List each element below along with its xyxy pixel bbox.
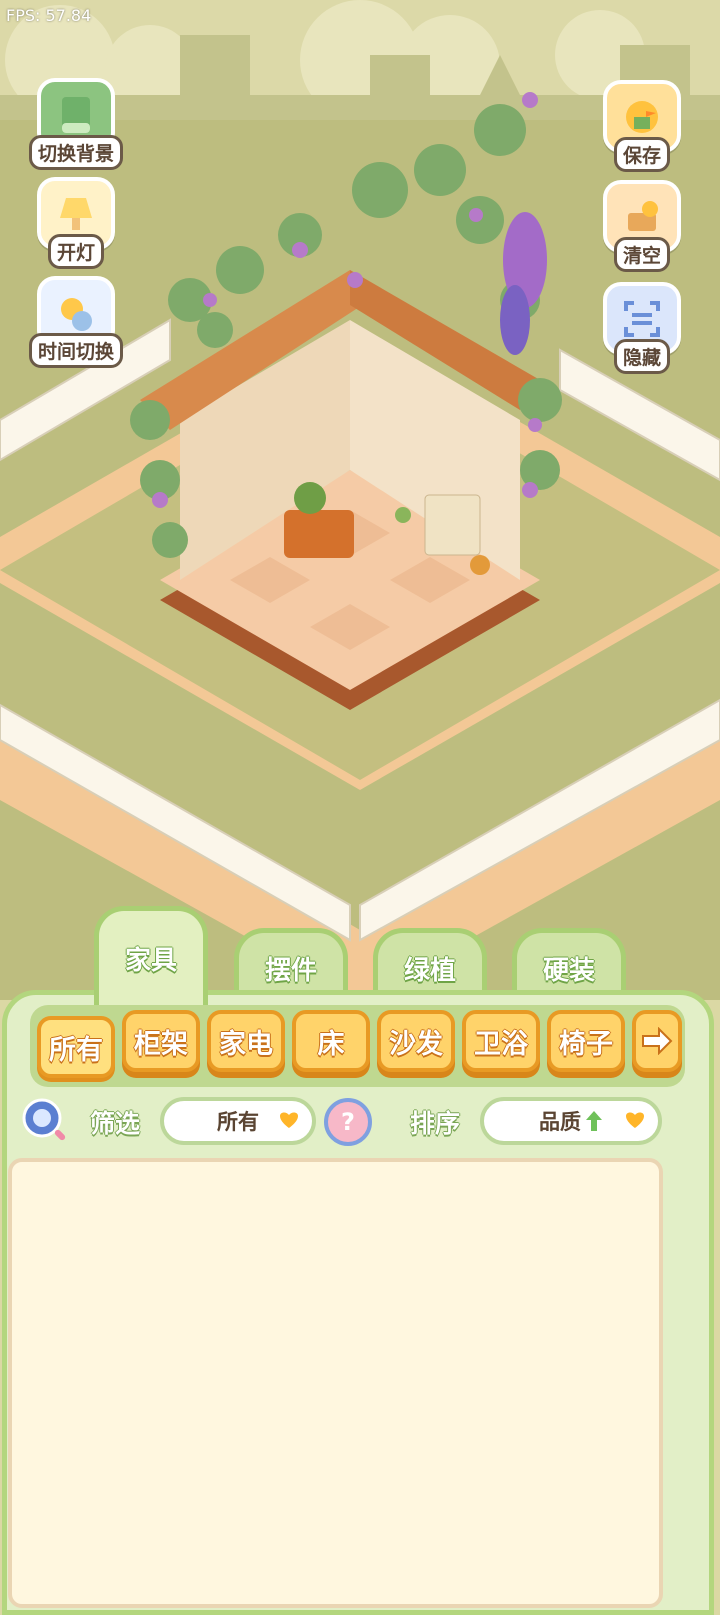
time-switch-button[interactable]: 时间切换: [29, 276, 124, 368]
help-button[interactable]: ?: [324, 1098, 372, 1146]
clear-label: 清空: [613, 237, 670, 272]
category-bed[interactable]: 床: [292, 1010, 370, 1072]
switch-background-button[interactable]: 切换背景: [29, 78, 124, 170]
stove-furniture: [284, 510, 354, 558]
hide-label: 隐藏: [613, 339, 670, 374]
arrow-right-icon: [642, 1027, 673, 1055]
category-chairs[interactable]: 椅子: [547, 1010, 625, 1072]
tab-furniture[interactable]: 家具: [94, 906, 208, 1005]
clear-button[interactable]: 清空: [596, 180, 688, 272]
sort-label: 排序: [410, 1109, 461, 1138]
filter-dropdown[interactable]: 所有: [160, 1097, 316, 1145]
filter-label: 筛选: [90, 1109, 141, 1138]
sort-value: 品质: [539, 1110, 581, 1134]
arrow-up-icon: [586, 1111, 602, 1131]
category-bathroom[interactable]: 卫浴: [462, 1010, 540, 1072]
time-switch-label: 时间切换: [29, 333, 124, 368]
light-toggle-label: 开灯: [47, 234, 104, 269]
filter-value: 所有: [217, 1110, 259, 1134]
category-shelves[interactable]: 柜架: [122, 1010, 200, 1072]
search-icon: [22, 1098, 66, 1141]
save-button[interactable]: 保存: [596, 80, 688, 172]
category-sofa[interactable]: 沙发: [377, 1010, 455, 1072]
cabinet-furniture: [424, 494, 481, 556]
dropdown-heart-icon: [626, 1112, 644, 1128]
category-appliances[interactable]: 家电: [207, 1010, 285, 1072]
sort-dropdown[interactable]: 品质: [480, 1097, 662, 1145]
save-label: 保存: [613, 137, 670, 172]
light-toggle-button[interactable]: 开灯: [30, 177, 122, 269]
category-all[interactable]: 所有: [37, 1016, 115, 1078]
category-next-button[interactable]: [632, 1010, 682, 1072]
search-button[interactable]: [20, 1096, 70, 1146]
switch-background-label: 切换背景: [29, 135, 124, 170]
dropdown-heart-icon: [280, 1112, 298, 1128]
question-icon: ?: [341, 1108, 355, 1136]
fps-counter: FPS: 57.84: [6, 6, 92, 25]
hide-button[interactable]: 隐藏: [596, 282, 688, 374]
item-list[interactable]: [8, 1158, 663, 1608]
